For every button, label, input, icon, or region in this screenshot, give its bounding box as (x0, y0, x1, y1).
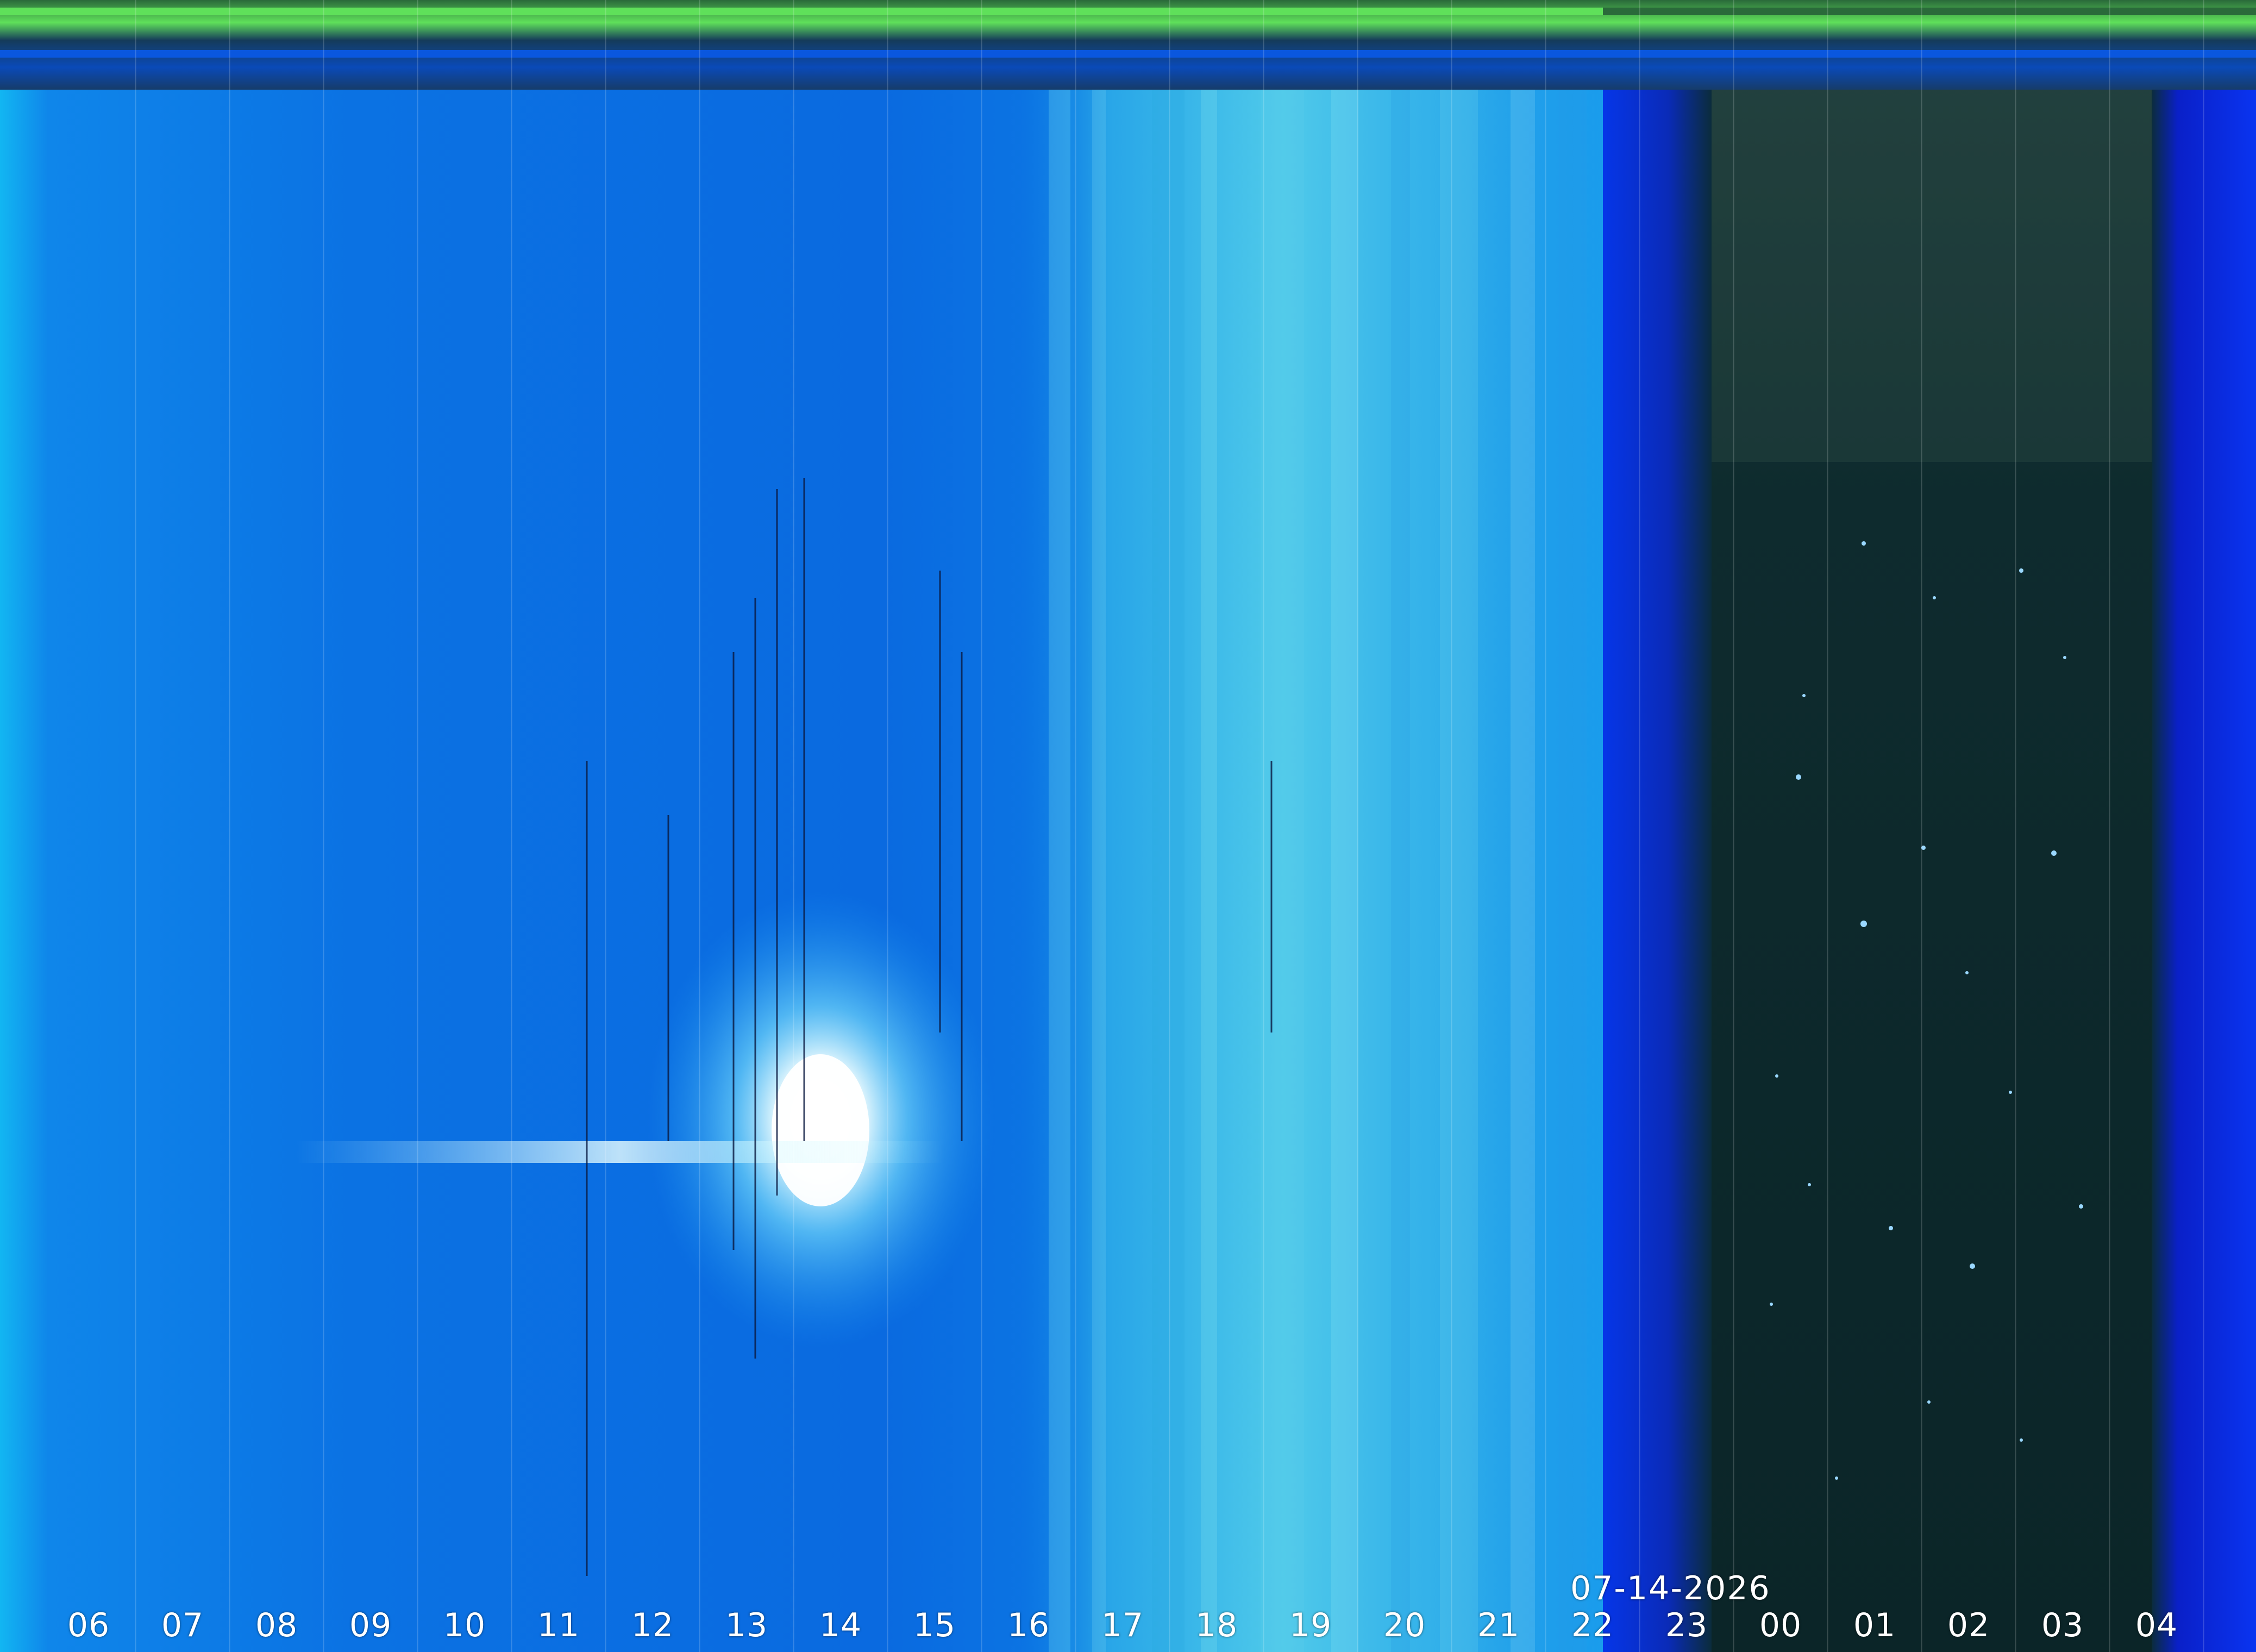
header-green-line (0, 8, 1603, 15)
hour-label-07: 07 (161, 1606, 204, 1644)
header-blue-stripe (0, 50, 2256, 58)
hour-label-19: 19 (1289, 1606, 1332, 1644)
dusk-band (1603, 0, 1712, 1652)
hour-label-16: 16 (1007, 1606, 1050, 1644)
hour-label-11: 11 (537, 1606, 580, 1644)
night-glow (1712, 82, 2152, 462)
hour-label-15: 15 (913, 1606, 956, 1644)
hour-label-00: 00 (1759, 1606, 1802, 1644)
hour-label-02: 02 (1947, 1606, 1990, 1644)
keogram-image (0, 0, 2256, 1652)
hour-label-09: 09 (349, 1606, 392, 1644)
hour-label-20: 20 (1383, 1606, 1426, 1644)
hour-label-17: 17 (1101, 1606, 1144, 1644)
date-label: 07-14-2026 (1570, 1569, 1771, 1607)
hour-label-18: 18 (1195, 1606, 1238, 1644)
hour-label-01: 01 (1853, 1606, 1896, 1644)
hour-label-06: 06 (67, 1606, 110, 1644)
hour-label-14: 14 (819, 1606, 862, 1644)
sun-core (772, 1054, 869, 1206)
hour-label-04: 04 (2135, 1606, 2178, 1644)
sun-flare-horizontal (293, 1141, 945, 1163)
hour-label-12: 12 (631, 1606, 674, 1644)
hour-label-22: 22 (1571, 1606, 1614, 1644)
hour-label-10: 10 (443, 1606, 486, 1644)
hour-label-03: 03 (2041, 1606, 2084, 1644)
hour-label-13: 13 (725, 1606, 768, 1644)
header-dark-line (1603, 8, 2256, 15)
hour-label-21: 21 (1477, 1606, 1520, 1644)
hour-label-08: 08 (255, 1606, 298, 1644)
hour-label-23: 23 (1665, 1606, 1708, 1644)
